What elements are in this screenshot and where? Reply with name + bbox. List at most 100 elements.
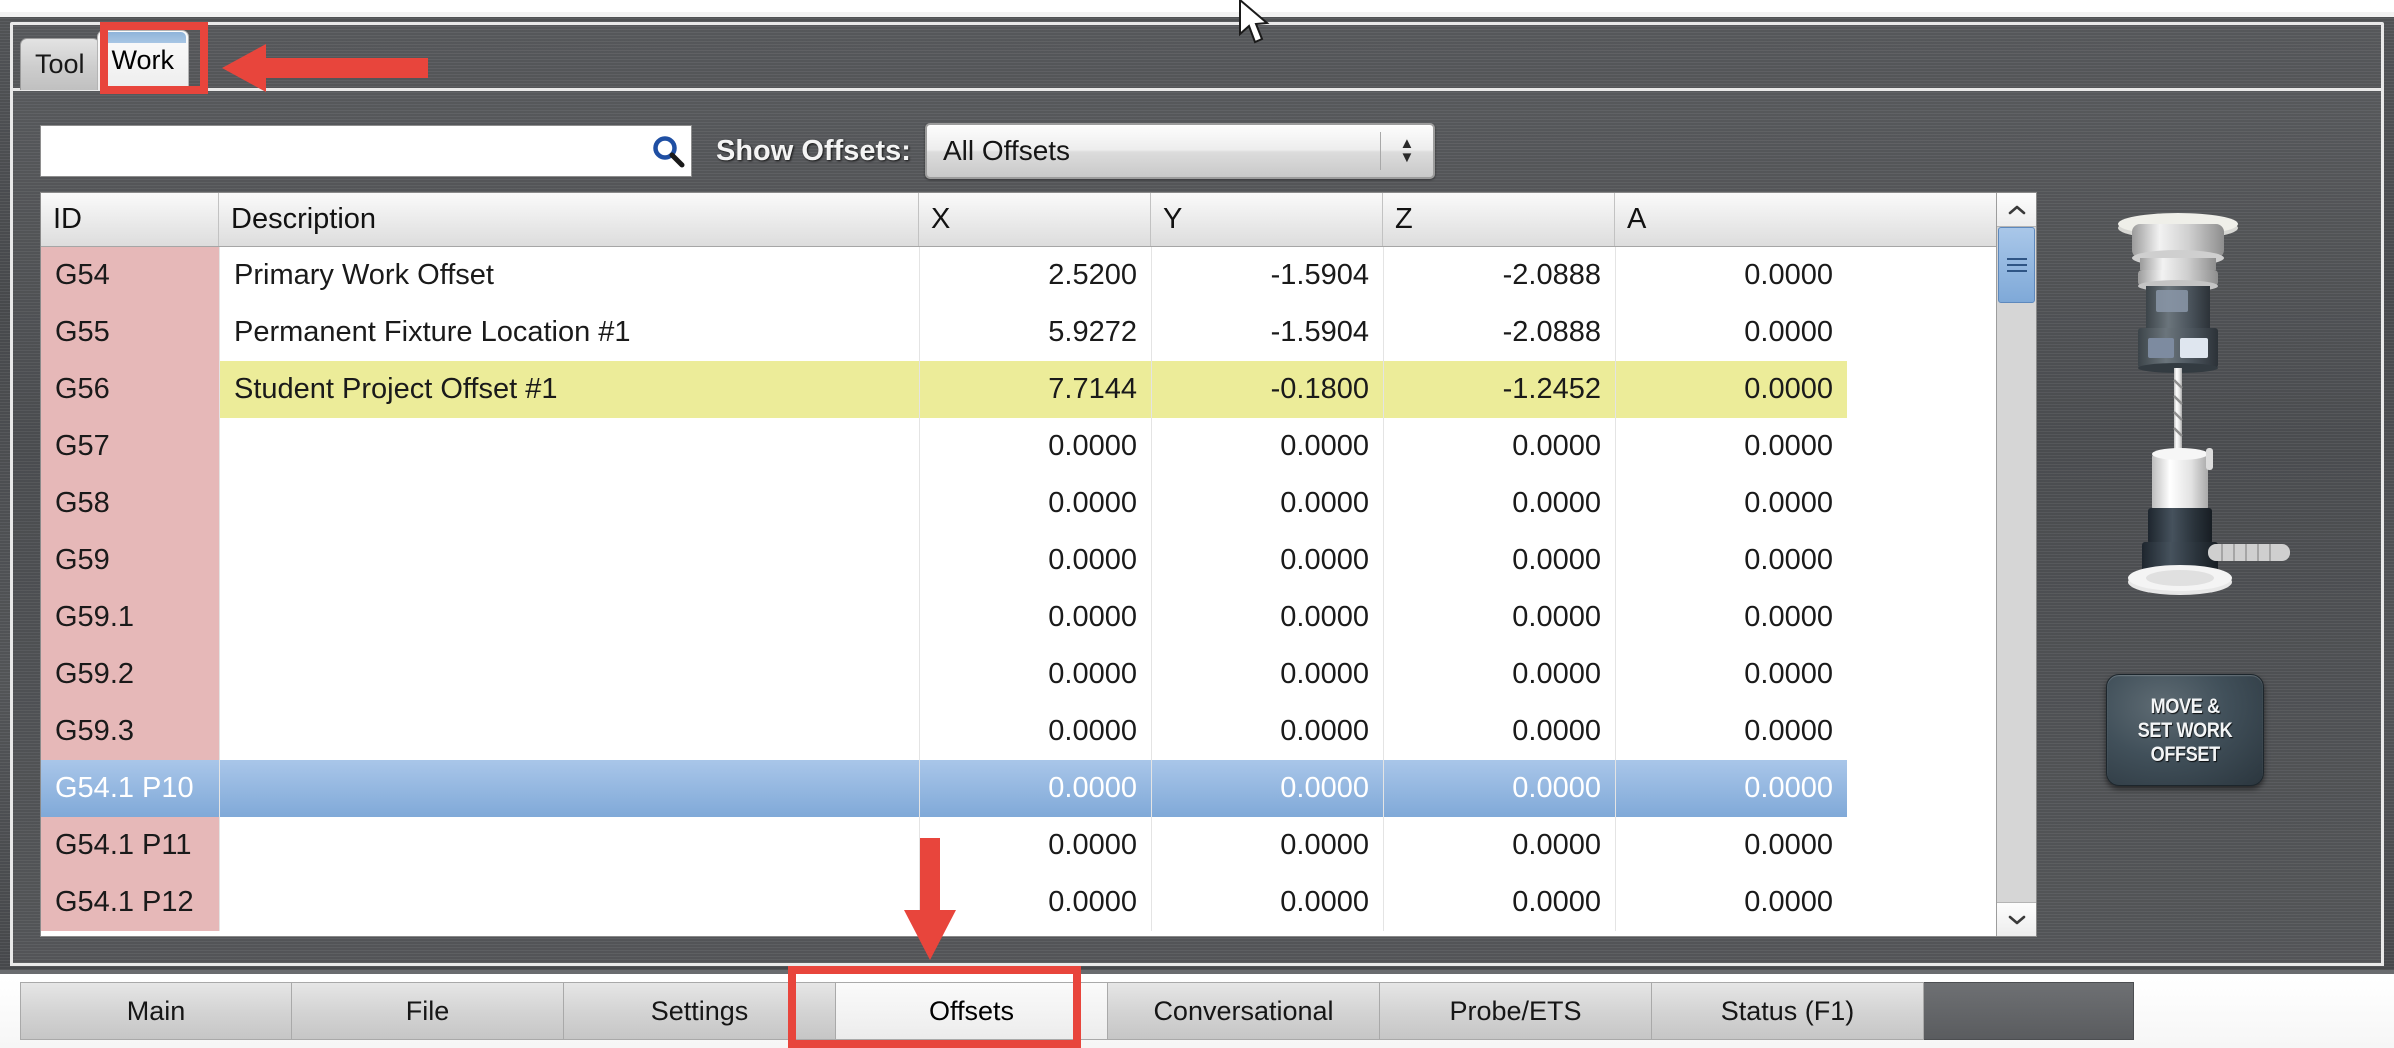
- cell-y[interactable]: 0.0000: [1151, 703, 1383, 760]
- cell-a[interactable]: 0.0000: [1615, 532, 1847, 589]
- cell-description[interactable]: [219, 646, 919, 703]
- cell-id[interactable]: G58: [41, 475, 219, 532]
- cell-a[interactable]: 0.0000: [1615, 475, 1847, 532]
- scroll-up-button[interactable]: [1997, 193, 2036, 227]
- scrollbar-thumb[interactable]: [1998, 227, 2035, 303]
- cell-z[interactable]: 0.0000: [1383, 418, 1615, 475]
- cell-z[interactable]: -1.2452: [1383, 361, 1615, 418]
- cell-id[interactable]: G54.1 P11: [41, 817, 219, 874]
- move-and-set-work-offset-button[interactable]: MOVE & SET WORK OFFSET: [2106, 674, 2264, 786]
- cell-a[interactable]: 0.0000: [1615, 247, 1847, 304]
- cell-id[interactable]: G59.2: [41, 646, 219, 703]
- table-row[interactable]: G54Primary Work Offset2.5200-1.5904-2.08…: [41, 247, 1996, 304]
- cell-description[interactable]: [219, 760, 919, 817]
- cell-a[interactable]: 0.0000: [1615, 418, 1847, 475]
- cell-x[interactable]: 0.0000: [919, 646, 1151, 703]
- bottom-tab-conversational[interactable]: Conversational: [1108, 982, 1380, 1040]
- cell-description[interactable]: [219, 532, 919, 589]
- table-vertical-scrollbar[interactable]: [1996, 193, 2036, 936]
- cell-id[interactable]: G54.1 P10: [41, 760, 219, 817]
- search-input[interactable]: [41, 126, 645, 176]
- cell-x[interactable]: 0.0000: [919, 874, 1151, 931]
- cell-z[interactable]: 0.0000: [1383, 760, 1615, 817]
- cell-z[interactable]: 0.0000: [1383, 874, 1615, 931]
- cell-a[interactable]: 0.0000: [1615, 589, 1847, 646]
- column-header-z[interactable]: Z: [1383, 193, 1615, 246]
- cell-id[interactable]: G54: [41, 247, 219, 304]
- cell-y[interactable]: -0.1800: [1151, 361, 1383, 418]
- cell-a[interactable]: 0.0000: [1615, 817, 1847, 874]
- search-field-container[interactable]: [40, 125, 692, 177]
- search-icon[interactable]: [645, 125, 691, 177]
- cell-id[interactable]: G54.1 P12: [41, 874, 219, 931]
- scroll-down-button[interactable]: [1997, 902, 2036, 936]
- chevron-updown-icon[interactable]: ▲ ▼: [1381, 139, 1433, 163]
- cell-id[interactable]: G56: [41, 361, 219, 418]
- cell-description[interactable]: [219, 418, 919, 475]
- cell-y[interactable]: 0.0000: [1151, 817, 1383, 874]
- cell-y[interactable]: 0.0000: [1151, 646, 1383, 703]
- cell-x[interactable]: 2.5200: [919, 247, 1151, 304]
- cell-description[interactable]: Permanent Fixture Location #1: [219, 304, 919, 361]
- column-header-description[interactable]: Description: [219, 193, 919, 246]
- table-row[interactable]: G59.30.00000.00000.00000.0000: [41, 703, 1996, 760]
- table-row[interactable]: G590.00000.00000.00000.0000: [41, 532, 1996, 589]
- cell-id[interactable]: G59.3: [41, 703, 219, 760]
- table-row[interactable]: G56Student Project Offset #17.7144-0.180…: [41, 361, 1996, 418]
- cell-a[interactable]: 0.0000: [1615, 760, 1847, 817]
- table-row[interactable]: G580.00000.00000.00000.0000: [41, 475, 1996, 532]
- cell-y[interactable]: 0.0000: [1151, 475, 1383, 532]
- cell-z[interactable]: -2.0888: [1383, 304, 1615, 361]
- cell-x[interactable]: 7.7144: [919, 361, 1151, 418]
- bottom-tab-settings[interactable]: Settings: [564, 982, 836, 1040]
- cell-x[interactable]: 0.0000: [919, 703, 1151, 760]
- cell-a[interactable]: 0.0000: [1615, 361, 1847, 418]
- cell-x[interactable]: 0.0000: [919, 475, 1151, 532]
- cell-y[interactable]: 0.0000: [1151, 760, 1383, 817]
- cell-x[interactable]: 0.0000: [919, 589, 1151, 646]
- cell-y[interactable]: 0.0000: [1151, 874, 1383, 931]
- cell-description[interactable]: [219, 589, 919, 646]
- column-header-id[interactable]: ID: [41, 193, 219, 246]
- bottom-tab-offsets[interactable]: Offsets: [836, 982, 1108, 1040]
- table-row[interactable]: G55Permanent Fixture Location #15.9272-1…: [41, 304, 1996, 361]
- cell-y[interactable]: -1.5904: [1151, 247, 1383, 304]
- cell-z[interactable]: 0.0000: [1383, 475, 1615, 532]
- cell-x[interactable]: 0.0000: [919, 418, 1151, 475]
- tab-tool[interactable]: Tool: [20, 38, 100, 90]
- cell-a[interactable]: 0.0000: [1615, 703, 1847, 760]
- cell-description[interactable]: [219, 475, 919, 532]
- cell-description[interactable]: [219, 817, 919, 874]
- cell-z[interactable]: -2.0888: [1383, 247, 1615, 304]
- cell-id[interactable]: G55: [41, 304, 219, 361]
- cell-description[interactable]: Student Project Offset #1: [219, 361, 919, 418]
- table-row[interactable]: G59.10.00000.00000.00000.0000: [41, 589, 1996, 646]
- table-row[interactable]: G570.00000.00000.00000.0000: [41, 418, 1996, 475]
- cell-x[interactable]: 0.0000: [919, 760, 1151, 817]
- cell-id[interactable]: G57: [41, 418, 219, 475]
- bottom-tab-file[interactable]: File: [292, 982, 564, 1040]
- work-offsets-table[interactable]: ID Description X Y Z A G54Primary Work O…: [40, 192, 2037, 937]
- table-row[interactable]: G54.1 P120.00000.00000.00000.0000: [41, 874, 1996, 931]
- cell-z[interactable]: 0.0000: [1383, 532, 1615, 589]
- cell-x[interactable]: 0.0000: [919, 532, 1151, 589]
- cell-z[interactable]: 0.0000: [1383, 646, 1615, 703]
- cell-y[interactable]: -1.5904: [1151, 304, 1383, 361]
- bottom-tab-status-f1[interactable]: Status (F1): [1652, 982, 1924, 1040]
- cell-y[interactable]: 0.0000: [1151, 589, 1383, 646]
- column-header-y[interactable]: Y: [1151, 193, 1383, 246]
- cell-description[interactable]: [219, 874, 919, 931]
- cell-z[interactable]: 0.0000: [1383, 817, 1615, 874]
- show-offsets-select[interactable]: All Offsets ▲ ▼: [925, 123, 1435, 179]
- cell-id[interactable]: G59: [41, 532, 219, 589]
- table-row[interactable]: G59.20.00000.00000.00000.0000: [41, 646, 1996, 703]
- cell-y[interactable]: 0.0000: [1151, 532, 1383, 589]
- column-header-a[interactable]: A: [1615, 193, 1847, 246]
- bottom-tab-main[interactable]: Main: [20, 982, 292, 1040]
- tab-work[interactable]: Work: [97, 30, 190, 90]
- table-row[interactable]: G54.1 P110.00000.00000.00000.0000: [41, 817, 1996, 874]
- table-row[interactable]: G54.1 P100.00000.00000.00000.0000: [41, 760, 1996, 817]
- cell-id[interactable]: G59.1: [41, 589, 219, 646]
- cell-a[interactable]: 0.0000: [1615, 646, 1847, 703]
- cell-z[interactable]: 0.0000: [1383, 703, 1615, 760]
